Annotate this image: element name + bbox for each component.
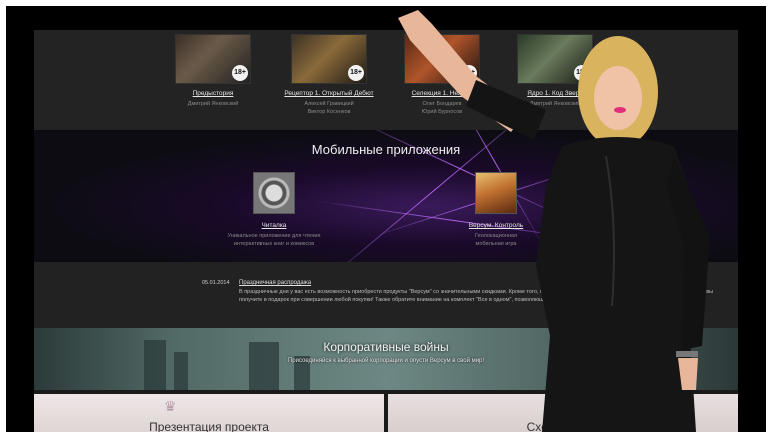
book-author: Дмитрий Янковский [187,101,239,107]
news-body: В праздничные дни у вас есть возможность… [239,288,729,304]
banner-title: Корпоративные войны [323,340,449,354]
app-desc-line: Уникальное приложение для чтения [227,233,321,239]
app-description: Уникальное приложение для чтения интеракт… [204,232,344,248]
age-rating-badge: 18+ [348,65,364,81]
age-rating-badge: 18+ [461,65,477,81]
book-title-link[interactable]: Предыстория [168,90,258,97]
app-card-chitalka[interactable]: Читалка Уникальное приложение для чтения… [204,172,344,248]
author-name: Олег Бондарев [422,101,462,107]
book-cover[interactable]: 18+ [175,34,251,84]
news-date: 05.01.2014 [202,280,230,286]
app-desc-line: мобильная игра [475,241,517,247]
age-rating-badge: 18+ [232,65,248,81]
app-name-link[interactable]: Читалка [204,222,344,229]
app-desc-line: интерактивных книг и комиксов [233,241,315,247]
bottom-buttons: ♛ Презентация проекта Схема Сутей [34,394,738,432]
app-description: Геолокационная мобильная игра [426,232,566,248]
presentation-label: Презентация проекта [149,420,269,432]
age-rating-badge: 18+ [574,65,590,81]
news-text: В праздничные дни у вас есть возможность… [239,289,714,303]
news-section: 05.01.2014 Праздничная распродажа В праз… [34,262,738,328]
corporate-wars-banner[interactable]: Корпоративные войны Присоединяйся к выбр… [34,328,738,390]
scheme-label: Схема Сутей [526,420,600,432]
book-cover[interactable]: 18+ [404,34,480,84]
chitalka-app-icon[interactable] [253,172,295,214]
book-author: Алексей Гравицкий Виктор Косенков [284,100,374,116]
news-title-link[interactable]: Праздничная распродажа [239,280,311,286]
book-title-link[interactable]: Селекция 1. Нежить [397,90,487,97]
banner-subtitle: Присоединяйся к выбранной корпорации и о… [287,358,485,364]
book-card[interactable]: 18+ Селекция 1. Нежить Олег Бондарев Юрий… [397,34,487,116]
book-cover[interactable]: 18+ [291,34,367,84]
author-name: Виктор Косенков [307,109,351,115]
author-name: Юрий Бурносов [421,109,463,115]
book-card[interactable]: 18+ Ядро 1. Код Зверя Дмитрий Янковский [510,34,600,108]
book-cover[interactable]: 18+ [517,34,593,84]
mobile-apps-section: Мобильные приложения Читалка Уникальное … [34,130,738,262]
app-name-link[interactable]: Версум. Контроль [426,222,566,229]
video-frame: 18+ Предыстория Дмитрий Янковский 18+ Ре… [6,6,766,432]
book-card[interactable]: 18+ Предыстория Дмитрий Янковский [168,34,258,108]
book-author: Дмитрий Янковский [529,101,581,107]
app-card-versum[interactable]: Версум. Контроль Геолокационная мобильная… [426,172,566,248]
screenshot-frame: 18+ Предыстория Дмитрий Янковский 18+ Ре… [0,0,772,438]
presentation-button[interactable]: ♛ Презентация проекта [34,394,384,432]
scheme-button[interactable]: Схема Сутей [388,394,738,432]
book-title-link[interactable]: Ядро 1. Код Зверя [510,90,600,97]
app-desc-line: Геолокационная [475,233,517,239]
crown-icon: ♛ [164,398,177,414]
book-card[interactable]: 18+ Рецептор 1. Открытый Дебют Алексей Г… [284,34,374,116]
website-screen: 18+ Предыстория Дмитрий Янковский 18+ Ре… [34,30,738,432]
books-row: 18+ Предыстория Дмитрий Янковский 18+ Ре… [34,30,738,130]
book-title-link[interactable]: Рецептор 1. Открытый Дебют [284,90,374,97]
book-author: Олег Бондарев Юрий Бурносов [397,100,487,116]
author-name: Алексей Гравицкий [304,101,354,107]
versum-app-icon[interactable] [475,172,517,214]
read-more-link[interactable]: Читать далее [550,297,585,303]
section-title: Мобильные приложения [311,142,461,157]
